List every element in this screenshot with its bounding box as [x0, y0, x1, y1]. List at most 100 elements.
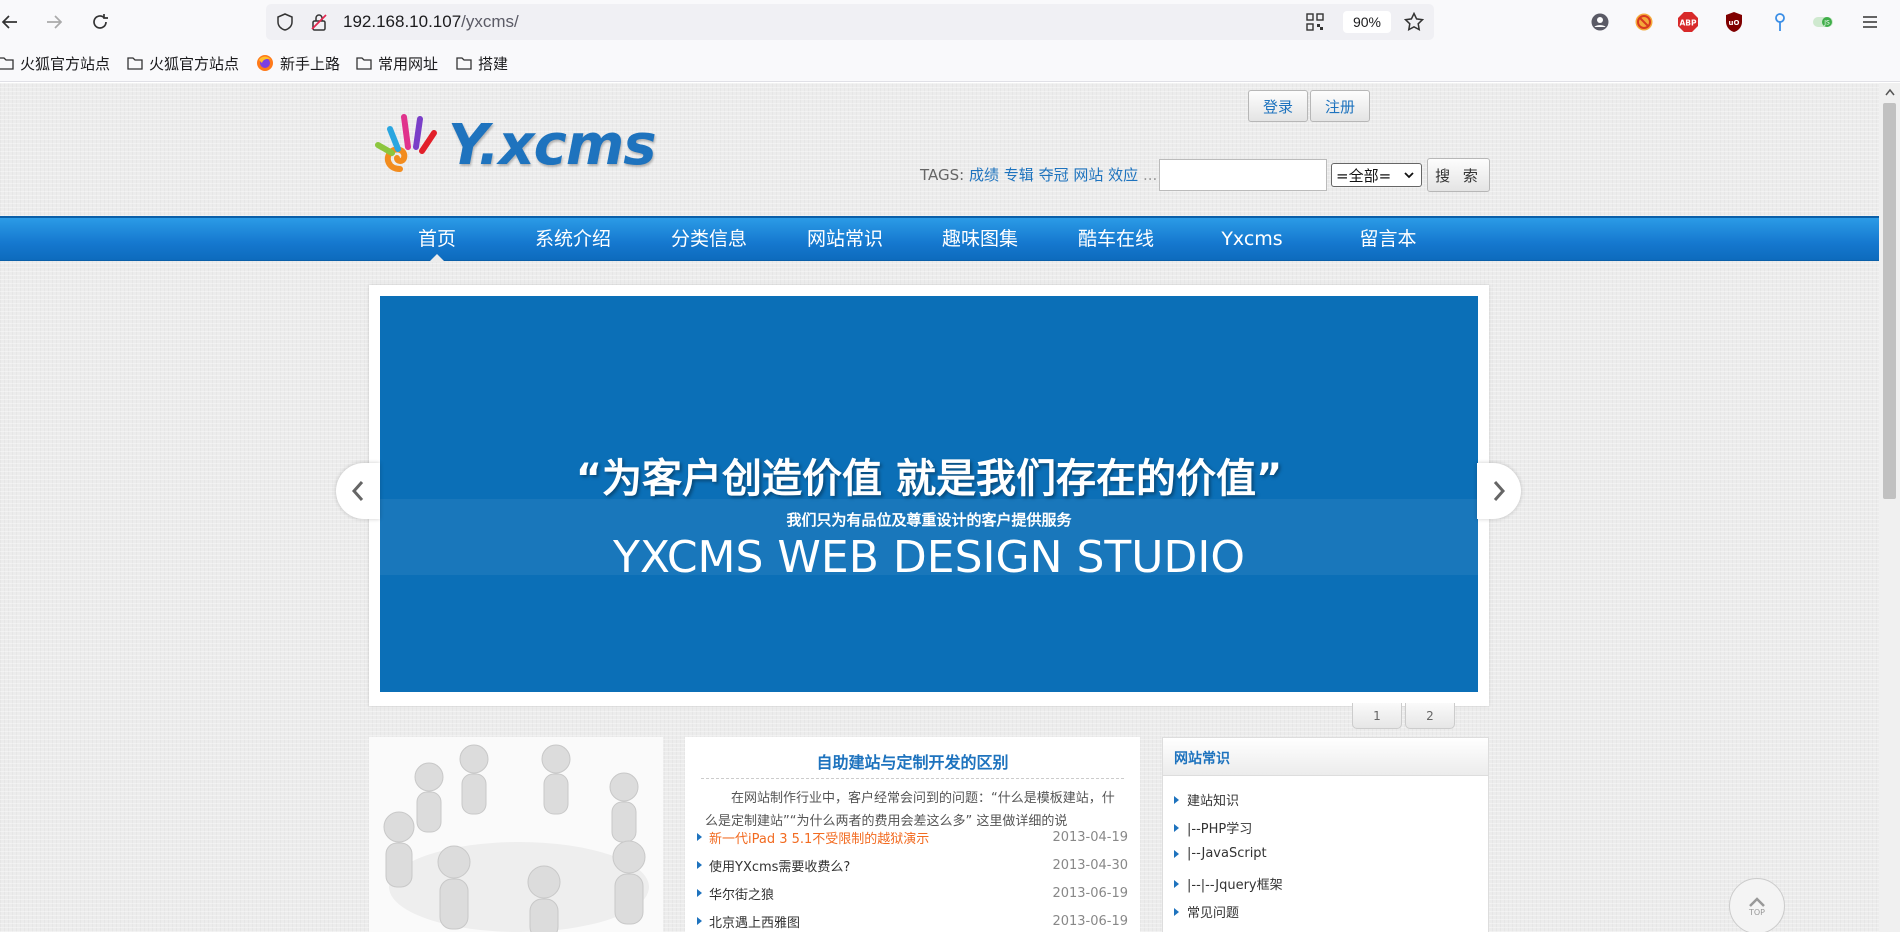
- url-path: /yxcms/: [461, 12, 519, 31]
- insecure-lock-icon[interactable]: [310, 13, 328, 35]
- slider-next-button[interactable]: [1477, 463, 1521, 519]
- adblock-plus-icon[interactable]: ABP: [1676, 10, 1700, 34]
- js-toggle-icon[interactable]: JS: [1812, 10, 1836, 34]
- bookmark-label: 新手上路: [280, 55, 341, 73]
- news-list-item[interactable]: 北京遇上西雅图 2013-06-19: [697, 911, 1128, 931]
- bookmark-item[interactable]: 火狐官方站点: [127, 53, 239, 73]
- bookmark-item[interactable]: 搭建: [456, 53, 508, 73]
- news-panel: 自助建站与定制开发的区别 在网站制作行业中，客户经常会问到的问题：“什么是模板建…: [685, 737, 1140, 932]
- address-bar[interactable]: 192.168.10.107/yxcms/ 90%: [266, 4, 1434, 40]
- forward-icon[interactable]: [40, 8, 68, 36]
- sidebar-item-label: |--|--Jquery框架: [1187, 878, 1283, 893]
- banner-slide[interactable]: “为客户创造价值 就是我们存在的价值” 我们只为有品位及尊重设计的客户提供服务 …: [380, 296, 1478, 692]
- nav-item-system-intro[interactable]: 系统介绍: [505, 218, 641, 261]
- page-scrollbar[interactable]: [1879, 83, 1900, 932]
- bookmark-item[interactable]: 火狐官方站点: [0, 53, 110, 73]
- news-list-item[interactable]: 新一代iPad 3 5.1不受限制的越狱演示 2013-04-19: [697, 827, 1128, 847]
- bullet-arrow-icon: [697, 833, 702, 841]
- news-item-date: 2013-06-19: [1052, 885, 1128, 901]
- news-item-title: 北京遇上西雅图: [709, 915, 801, 931]
- block-icon[interactable]: [1632, 10, 1656, 34]
- bullet-arrow-icon: [1174, 795, 1179, 804]
- nav-item-site-knowledge[interactable]: 网站常识: [777, 218, 913, 261]
- banner-studio-text: YXCMS WEB DESIGN STUDIO: [613, 532, 1245, 583]
- search-category-select[interactable]: =全部=: [1331, 163, 1422, 187]
- sidebar-item[interactable]: 建站知识: [1174, 790, 1239, 809]
- bullet-arrow-icon: [697, 889, 702, 897]
- svg-text:ABP: ABP: [1679, 19, 1697, 28]
- sidebar-item[interactable]: |--JavaScript: [1174, 846, 1267, 861]
- tag-link[interactable]: 夺冠: [1039, 166, 1069, 184]
- ublock-icon[interactable]: uO: [1722, 10, 1746, 34]
- hand-logo-icon: [375, 114, 437, 172]
- search-category-value: =全部=: [1336, 166, 1392, 185]
- news-item-title: 新一代iPad 3 5.1不受限制的越狱演示: [709, 831, 930, 847]
- login-button[interactable]: 登录: [1248, 90, 1309, 122]
- scrollbar-thumb[interactable]: [1883, 103, 1896, 499]
- back-to-top-button[interactable]: TOP: [1729, 878, 1785, 932]
- back-icon[interactable]: [0, 8, 24, 36]
- tracking-shield-icon[interactable]: [276, 13, 294, 35]
- nav-item-yxcms[interactable]: Yxcms: [1184, 218, 1320, 261]
- news-item-date: 2013-04-19: [1052, 829, 1128, 845]
- scroll-up-arrow-icon[interactable]: [1879, 83, 1900, 101]
- bookmark-label: 火狐官方站点: [149, 55, 240, 73]
- news-item-date: 2013-06-19: [1052, 913, 1128, 929]
- people-circle-image[interactable]: [369, 737, 663, 932]
- tags-label: TAGS:: [920, 166, 965, 184]
- sidebar-item[interactable]: |--|--Jquery框架: [1174, 874, 1283, 893]
- svg-text:uO: uO: [1729, 19, 1740, 27]
- nav-item-guestbook[interactable]: 留言本: [1320, 218, 1456, 261]
- browser-toolbar: 192.168.10.107/yxcms/ 90% ABP uO JS: [0, 0, 1900, 44]
- bullet-arrow-icon: [697, 861, 702, 869]
- bookmark-item[interactable]: 新手上路: [256, 53, 340, 73]
- panel-title[interactable]: 网站常识: [1174, 748, 1230, 768]
- pin-icon[interactable]: [1768, 10, 1792, 34]
- bullet-arrow-icon: [1174, 879, 1179, 888]
- chevron-down-icon: [1404, 172, 1414, 179]
- chevron-left-icon: [351, 481, 364, 501]
- search-input[interactable]: [1159, 159, 1327, 191]
- sidebar-item[interactable]: 常见问题: [1174, 902, 1239, 921]
- panel-header: 网站常识: [1163, 738, 1488, 776]
- account-icon[interactable]: [1588, 10, 1612, 34]
- register-button[interactable]: 注册: [1310, 90, 1371, 122]
- tag-link[interactable]: 成绩: [969, 166, 999, 184]
- search-button[interactable]: 搜 索: [1427, 158, 1490, 192]
- sidebar-item[interactable]: |--PHP学习: [1174, 818, 1252, 837]
- tags-more-link[interactable]: ...: [1143, 166, 1157, 184]
- site-knowledge-panel: 网站常识 建站知识 |--PHP学习 |--JavaScript |--|--J…: [1162, 737, 1489, 932]
- tags-bar: TAGS: 成绩 专辑 夺冠 网站 效应 ...: [920, 164, 1157, 185]
- qr-code-icon[interactable]: [1306, 13, 1324, 35]
- bookmark-label: 常用网址: [378, 55, 439, 73]
- zoom-level[interactable]: 90%: [1343, 11, 1391, 33]
- banner-quote: “为客户创造价值 就是我们存在的价值”: [575, 456, 1283, 502]
- slider-page-button[interactable]: 2: [1405, 703, 1455, 729]
- news-list-item[interactable]: 华尔街之狼 2013-06-19: [697, 883, 1128, 903]
- reload-icon[interactable]: [86, 8, 114, 36]
- folder-icon: [0, 57, 14, 70]
- nav-item-home[interactable]: 首页: [369, 218, 505, 262]
- sidebar-item-label: 常见问题: [1187, 906, 1240, 921]
- bookmark-item[interactable]: 常用网址: [356, 53, 438, 73]
- tag-link[interactable]: 专辑: [1004, 166, 1034, 184]
- tag-link[interactable]: 网站: [1073, 166, 1103, 184]
- news-item-title: 华尔街之狼: [709, 887, 775, 903]
- slider-page-button[interactable]: 1: [1352, 703, 1402, 729]
- url-text[interactable]: 192.168.10.107/yxcms/: [343, 12, 519, 32]
- menu-icon[interactable]: [1858, 10, 1882, 34]
- nav-item-fun-gallery[interactable]: 趣味图集: [912, 218, 1048, 261]
- bookmark-label: 火狐官方站点: [20, 55, 111, 73]
- bullet-arrow-icon: [1174, 907, 1179, 916]
- tag-link[interactable]: 效应: [1108, 166, 1138, 184]
- news-headline[interactable]: 自助建站与定制开发的区别: [685, 749, 1140, 773]
- nav-item-cars-online[interactable]: 酷车在线: [1048, 218, 1184, 261]
- url-host: 192.168.10.107: [343, 12, 462, 31]
- banner-slider: “为客户创造价值 就是我们存在的价值” 我们只为有品位及尊重设计的客户提供服务 …: [369, 285, 1489, 706]
- bookmark-star-icon[interactable]: [1403, 11, 1425, 36]
- news-list-item[interactable]: 使用YXcms需要收费么? 2013-04-30: [697, 855, 1128, 875]
- slider-prev-button[interactable]: [336, 463, 380, 519]
- bullet-arrow-icon: [697, 917, 702, 925]
- nav-item-category-info[interactable]: 分类信息: [641, 218, 777, 261]
- sidebar-item-label: 建站知识: [1187, 794, 1240, 809]
